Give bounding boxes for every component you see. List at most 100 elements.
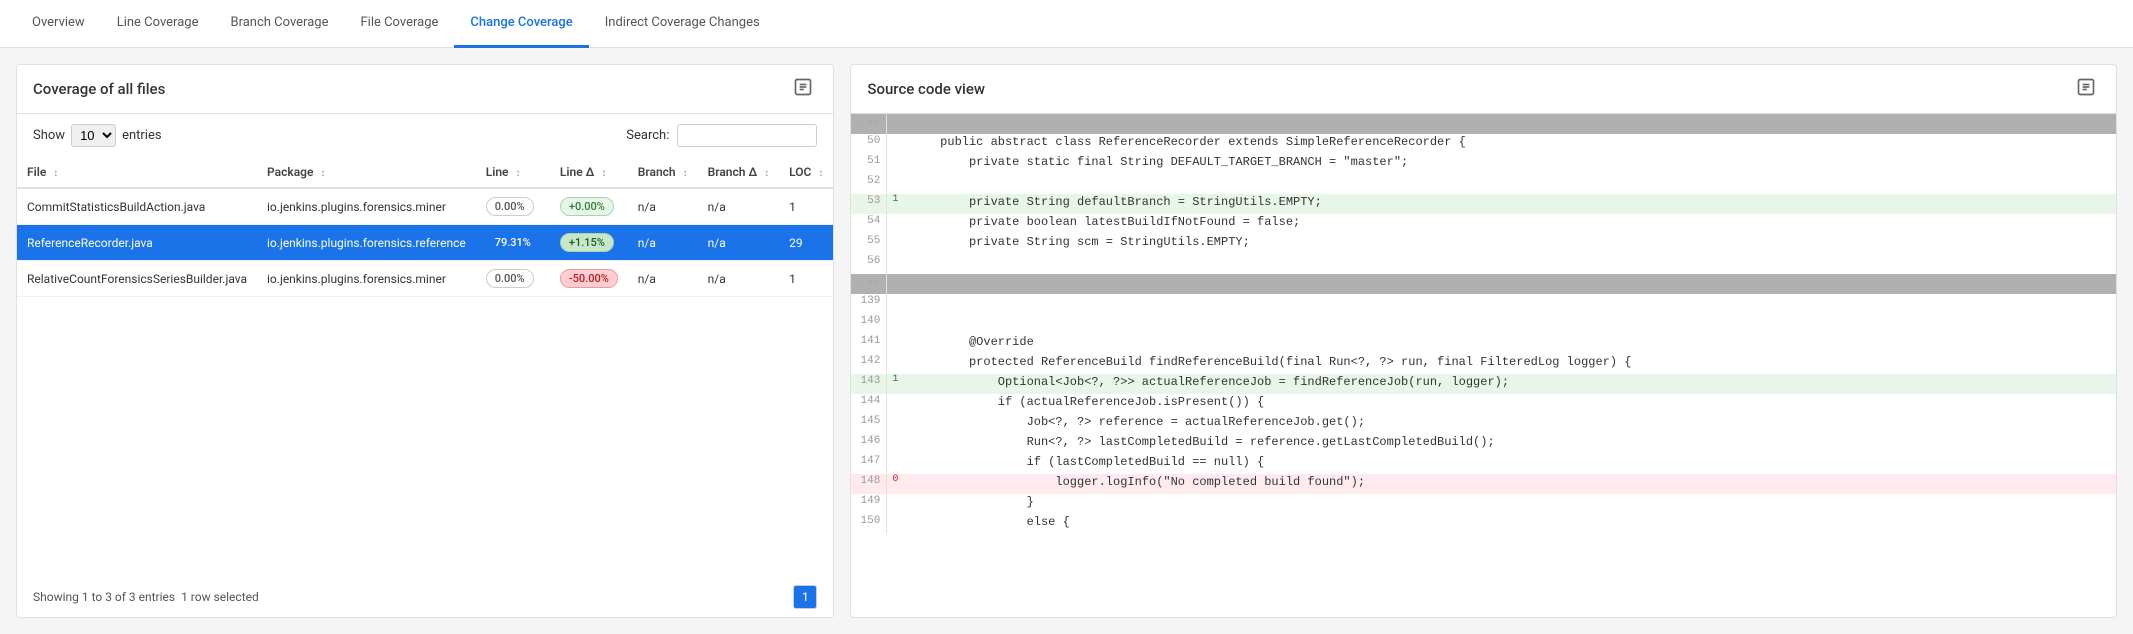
tab-branch-coverage[interactable]: Branch Coverage <box>214 0 344 48</box>
tab-file-coverage[interactable]: File Coverage <box>344 0 454 48</box>
search-label: Search: <box>626 128 669 143</box>
line-number: .. <box>851 274 887 294</box>
cell-loc: 1 <box>779 188 833 225</box>
code-text <box>903 174 2116 194</box>
line-number: 149 <box>851 494 887 514</box>
search-area: Search: <box>626 124 817 147</box>
code-text: private String defaultBranch = StringUti… <box>903 194 2116 214</box>
source-panel-header: Source code view <box>851 65 2116 114</box>
hit-indicator <box>887 414 903 434</box>
line-number: 147 <box>851 454 887 474</box>
line-number: 140 <box>851 314 887 334</box>
code-line: 1431 Optional<Job<?, ?>> actualReference… <box>851 374 2116 394</box>
code-line: .. <box>851 274 2116 294</box>
line-number: 146 <box>851 434 887 454</box>
line-number: 150 <box>851 514 887 534</box>
line-number: 145 <box>851 414 887 434</box>
col-line[interactable]: Line ↕ <box>476 157 550 188</box>
table-row[interactable]: CommitStatisticsBuildAction.java io.jenk… <box>17 188 833 225</box>
cell-file: ReferenceRecorder.java <box>17 225 257 261</box>
entries-select[interactable]: 10 25 50 <box>71 124 116 147</box>
hit-indicator <box>887 154 903 174</box>
cell-line-delta: +0.00% <box>550 188 628 225</box>
source-panel: Source code view ..50 public abstract cl… <box>850 64 2117 618</box>
main-content: Coverage of all files Show 10 25 50 entr… <box>0 48 2133 634</box>
cell-file: RelativeCountForensicsSeriesBuilder.java <box>17 261 257 297</box>
cell-loc: 29 <box>779 225 833 261</box>
search-input[interactable] <box>677 124 817 147</box>
code-text: private boolean latestBuildIfNotFound = … <box>903 214 2116 234</box>
hit-indicator <box>887 334 903 354</box>
hit-indicator <box>887 134 903 154</box>
cell-loc: 1 <box>779 261 833 297</box>
col-file[interactable]: File ↕ <box>17 157 257 188</box>
hit-indicator <box>887 394 903 414</box>
line-number: 56 <box>851 254 887 274</box>
footer-text: Showing 1 to 3 of 3 entries 1 row select… <box>33 590 259 604</box>
table-row[interactable]: ReferenceRecorder.java io.jenkins.plugin… <box>17 225 833 261</box>
show-entries-control: Show 10 25 50 entries <box>33 124 162 147</box>
line-number: 52 <box>851 174 887 194</box>
tab-overview[interactable]: Overview <box>16 0 101 48</box>
col-branch-delta[interactable]: Branch Δ ↕ <box>698 157 780 188</box>
line-number: 142 <box>851 354 887 374</box>
hit-indicator <box>887 514 903 534</box>
table-footer: Showing 1 to 3 of 3 entries 1 row select… <box>17 577 833 617</box>
code-text <box>903 294 2116 314</box>
cell-branch: n/a <box>628 225 698 261</box>
table-row[interactable]: RelativeCountForensicsSeriesBuilder.java… <box>17 261 833 297</box>
col-loc[interactable]: LOC ↕ <box>779 157 833 188</box>
code-line: 150 else { <box>851 514 2116 534</box>
code-text: Run<?, ?> lastCompletedBuild = reference… <box>903 434 2116 454</box>
tab-line-coverage[interactable]: Line Coverage <box>101 0 215 48</box>
cell-branch: n/a <box>628 188 698 225</box>
hit-indicator: 1 <box>887 194 903 214</box>
table-container: File ↕ Package ↕ Line ↕ Line Δ ↕ Branch … <box>17 157 833 577</box>
tab-change-coverage[interactable]: Change Coverage <box>454 0 588 48</box>
code-text: public abstract class ReferenceRecorder … <box>903 134 2116 154</box>
col-line-delta[interactable]: Line Δ ↕ <box>550 157 628 188</box>
code-text: if (lastCompletedBuild == null) { <box>903 454 2116 474</box>
hit-indicator <box>887 274 903 294</box>
code-line: 146 Run<?, ?> lastCompletedBuild = refer… <box>851 434 2116 454</box>
tab-indirect-coverage-changes[interactable]: Indirect Coverage Changes <box>589 0 776 48</box>
code-text: logger.logInfo("No completed build found… <box>903 474 2116 494</box>
cell-line: 0.00% <box>476 188 550 225</box>
table-header-row: File ↕ Package ↕ Line ↕ Line Δ ↕ Branch … <box>17 157 833 188</box>
code-line: 149 } <box>851 494 2116 514</box>
line-number: .. <box>851 114 887 134</box>
cell-package: io.jenkins.plugins.forensics.reference <box>257 225 476 261</box>
code-line: 145 Job<?, ?> reference = actualReferenc… <box>851 414 2116 434</box>
code-line: 54 private boolean latestBuildIfNotFound… <box>851 214 2116 234</box>
col-branch[interactable]: Branch ↕ <box>628 157 698 188</box>
code-line: 1480 logger.logInfo("No completed build … <box>851 474 2116 494</box>
download-icon[interactable] <box>793 77 817 101</box>
code-text: private static final String DEFAULT_TARG… <box>903 154 2116 174</box>
code-line: 51 private static final String DEFAULT_T… <box>851 154 2116 174</box>
entries-label: entries <box>122 128 162 143</box>
hit-indicator <box>887 354 903 374</box>
source-download-icon[interactable] <box>2076 77 2100 101</box>
cell-file: CommitStatisticsBuildAction.java <box>17 188 257 225</box>
cell-package: io.jenkins.plugins.forensics.miner <box>257 261 476 297</box>
hit-indicator <box>887 254 903 274</box>
line-number: 141 <box>851 334 887 354</box>
cell-branch: n/a <box>628 261 698 297</box>
code-line: 50 public abstract class ReferenceRecord… <box>851 134 2116 154</box>
code-line: 142 protected ReferenceBuild findReferen… <box>851 354 2116 374</box>
page-button[interactable]: 1 <box>793 585 817 609</box>
hit-indicator: 1 <box>887 374 903 394</box>
show-label: Show <box>33 128 65 143</box>
code-line: 55 private String scm = StringUtils.EMPT… <box>851 234 2116 254</box>
code-line: 531 private String defaultBranch = Strin… <box>851 194 2116 214</box>
col-package[interactable]: Package ↕ <box>257 157 476 188</box>
hit-indicator <box>887 294 903 314</box>
hit-indicator <box>887 214 903 234</box>
hit-indicator <box>887 314 903 334</box>
line-number: 143 <box>851 374 887 394</box>
line-number: 139 <box>851 294 887 314</box>
coverage-table: File ↕ Package ↕ Line ↕ Line Δ ↕ Branch … <box>17 157 833 297</box>
code-text: if (actualReferenceJob.isPresent()) { <box>903 394 2116 414</box>
code-text <box>903 274 2116 294</box>
source-code-body: ..50 public abstract class ReferenceReco… <box>851 114 2116 617</box>
